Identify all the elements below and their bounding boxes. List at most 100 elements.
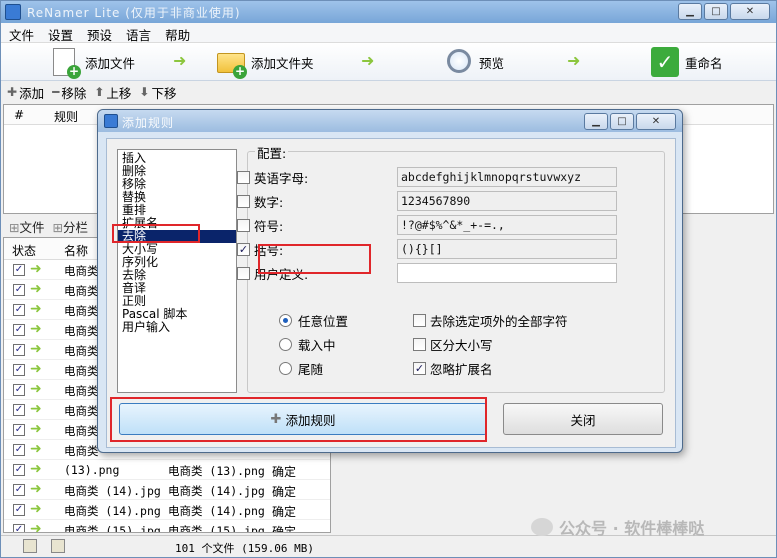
- radio-button[interactable]: [279, 361, 292, 375]
- minus-icon: ━: [52, 85, 60, 99]
- app-icon: [5, 4, 21, 20]
- radio-label: 任意位置: [298, 313, 349, 329]
- file-checkbox[interactable]: ✓: [13, 284, 25, 296]
- position-radio-row[interactable]: 载入中: [279, 335, 336, 353]
- tab-columns[interactable]: ⊞分栏: [53, 217, 89, 236]
- radio-button[interactable]: [279, 313, 292, 327]
- option-label: 数字:: [254, 194, 284, 210]
- char-option-row: 符号:: [237, 215, 283, 235]
- flag-checkbox-row[interactable]: 去除选定项外的全部字符: [413, 311, 568, 329]
- main-titlebar[interactable]: ReNamer Lite (仅用于非商业使用) ▁ □ ✕: [1, 1, 776, 23]
- radio-label: 载入中: [298, 337, 336, 353]
- remove-rule-button[interactable]: ━ 移除: [52, 83, 86, 102]
- arrow-right-icon: ➜: [30, 381, 42, 397]
- main-toolbar: + 添加文件 ➜ + 添加文件夹 ➜ 预览 ➜ ✓ 重命名: [1, 43, 776, 81]
- status-icon-folder[interactable]: [51, 539, 65, 553]
- file-name: 电商类: [64, 324, 99, 338]
- arrow-right-icon: ➜: [30, 341, 42, 357]
- status-icon-list[interactable]: [23, 539, 37, 553]
- file-checkbox[interactable]: ✓: [13, 344, 25, 356]
- user-defined-input[interactable]: [397, 263, 617, 283]
- add-rule-button[interactable]: ✚ 添加规则: [119, 403, 487, 435]
- menu-language[interactable]: 语言: [118, 23, 157, 43]
- flag-checkbox-row[interactable]: 区分大小写: [413, 335, 493, 353]
- arrow-right-icon: ➜: [30, 281, 42, 297]
- file-name: 电商类: [64, 364, 99, 378]
- col-header-state[interactable]: 状态: [12, 242, 36, 259]
- file-checkbox[interactable]: ✓: [13, 264, 25, 276]
- file-checkbox[interactable]: ✓: [13, 504, 25, 516]
- file-row[interactable]: ✓ ➜ 电商类 (15).jpg 电商类 (15).jpg 确定: [4, 520, 330, 533]
- option-checkbox[interactable]: ✓: [237, 242, 250, 256]
- rename-button[interactable]: ✓ 重命名: [651, 45, 723, 79]
- file-name: 电商类 (15).jpg: [64, 524, 161, 533]
- close-window-button[interactable]: ✕: [730, 3, 770, 20]
- char-option-row: ✓ 括号:: [237, 239, 283, 259]
- add-rule-toolbar-button[interactable]: ✚ 添加: [7, 83, 44, 102]
- file-checkbox[interactable]: ✓: [13, 324, 25, 336]
- dialog-maximize-button[interactable]: □: [610, 113, 634, 130]
- minimize-button[interactable]: ▁: [678, 3, 702, 20]
- file-checkbox[interactable]: ✓: [13, 524, 25, 532]
- file-checkbox[interactable]: ✓: [13, 444, 25, 456]
- file-checkbox[interactable]: ✓: [13, 424, 25, 436]
- rule-type-list[interactable]: 插入 删除 移除 替换 重排 扩展名 去除 大小写 序列化 去除 音译 正则 Pascal 脚本 用户输入: [117, 149, 237, 393]
- status-text: 101 个文件 (159.06 MB): [175, 542, 314, 555]
- dialog-minimize-button[interactable]: ▁: [584, 113, 608, 130]
- menu-presets[interactable]: 预设: [79, 23, 118, 43]
- arrow-up-icon: ⬆: [94, 85, 105, 99]
- move-up-button[interactable]: ⬆ 上移: [94, 83, 131, 102]
- menu-settings[interactable]: 设置: [40, 23, 79, 43]
- file-checkbox[interactable]: ✓: [13, 464, 25, 476]
- file-state: 确定: [272, 525, 297, 533]
- option-checkbox[interactable]: [237, 218, 250, 232]
- option-checkbox[interactable]: [237, 194, 250, 208]
- move-down-button[interactable]: ⬇ 下移: [139, 83, 176, 102]
- file-row[interactable]: ✓ ➜ 电商类 (14).png 电商类 (14).png 确定: [4, 500, 330, 520]
- dialog-titlebar[interactable]: 添加规则 ▁ □ ✕: [98, 110, 682, 132]
- arrow-right-icon: ➜: [30, 441, 42, 457]
- close-button[interactable]: 关闭: [503, 403, 663, 435]
- menu-help[interactable]: 帮助: [157, 23, 196, 43]
- add-rule-dialog: 添加规则 ▁ □ ✕ 插入 删除 移除 替换 重排 扩展名 去除 大小写 序列化 去除 音译 正则 Pa…: [97, 109, 683, 453]
- add-folder-button[interactable]: + 添加文件夹: [217, 45, 314, 79]
- file-checkbox[interactable]: ✓: [13, 304, 25, 316]
- watermark: 公众号 · 软件棒棒哒: [531, 516, 771, 538]
- option-value: abcdefghijklmnopqrstuvwxyz: [397, 167, 617, 187]
- preview-button[interactable]: 预览: [445, 45, 504, 79]
- file-state: 确定: [272, 465, 297, 479]
- menubar: 文件 设置 预设 语言 帮助: [1, 23, 776, 43]
- arrow-right-icon: ➜: [30, 501, 42, 517]
- option-label: 用户定义:: [254, 266, 309, 282]
- radio-button[interactable]: [279, 337, 292, 351]
- file-row[interactable]: ✓ ➜ (13).png 电商类 (13).png 确定: [4, 460, 330, 480]
- dialog-close-button[interactable]: ✕: [636, 113, 676, 130]
- tab-files[interactable]: ⊞文件: [9, 217, 45, 236]
- menu-file[interactable]: 文件: [1, 23, 40, 43]
- rule-type-item[interactable]: 用户输入: [118, 321, 236, 334]
- add-files-button[interactable]: + 添加文件: [51, 45, 135, 79]
- maximize-button[interactable]: □: [704, 3, 728, 20]
- option-checkbox[interactable]: [237, 170, 250, 184]
- file-checkbox[interactable]: ✓: [13, 384, 25, 396]
- file-row[interactable]: ✓ ➜ 电商类 (14).jpg 电商类 (14).jpg 确定: [4, 480, 330, 500]
- flag-label: 去除选定项外的全部字符: [430, 313, 568, 329]
- position-radio-row[interactable]: 任意位置: [279, 311, 348, 329]
- col-header-rule[interactable]: 规则: [54, 108, 78, 125]
- file-name: (13).png: [64, 463, 120, 477]
- file-checkbox[interactable]: ✓: [13, 484, 25, 496]
- arrow-right-icon: ➜: [567, 51, 581, 70]
- flag-label: 区分大小写: [430, 337, 493, 353]
- position-radio-row[interactable]: 尾随: [279, 359, 323, 377]
- flag-checkbox-row[interactable]: ✓ 忽略扩展名: [413, 359, 493, 377]
- col-header-index[interactable]: #: [14, 108, 24, 122]
- file-checkbox[interactable]: ✓: [13, 404, 25, 416]
- option-checkbox[interactable]: [237, 266, 250, 280]
- file-checkbox[interactable]: ✓: [13, 364, 25, 376]
- config-label: 配置:: [255, 143, 289, 162]
- file-name: 电商类 (14).png: [64, 504, 161, 518]
- flag-checkbox[interactable]: ✓: [413, 361, 426, 375]
- flag-checkbox[interactable]: [413, 313, 426, 327]
- col-header-name[interactable]: 名称: [64, 242, 88, 259]
- flag-checkbox[interactable]: [413, 337, 426, 351]
